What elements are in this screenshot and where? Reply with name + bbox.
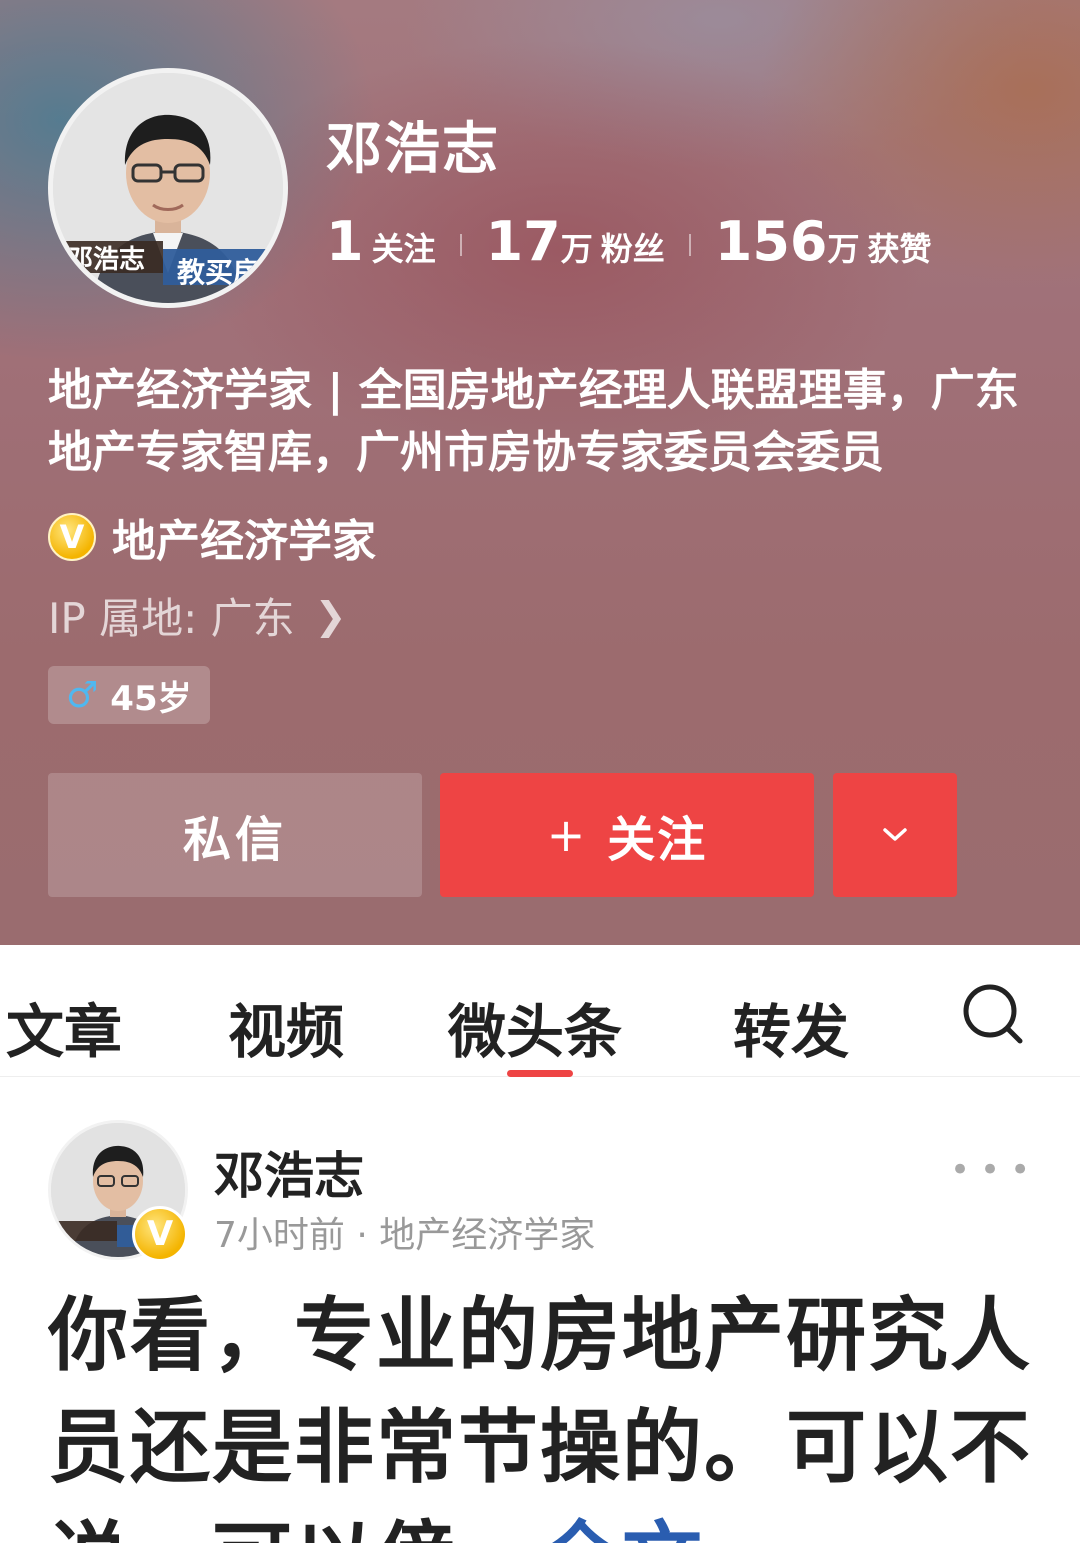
age-text: 45岁 (110, 678, 192, 719)
male-icon: ♂ (66, 674, 99, 716)
read-full-link[interactable]: 全文 (540, 1513, 704, 1543)
tab-micro-posts[interactable]: 微头条 (448, 985, 622, 1069)
tab-videos[interactable]: 视频 (228, 985, 344, 1069)
message-button[interactable]: 私信 (48, 773, 422, 897)
post-meta: 7小时前 · 地产经济学家 (214, 1215, 596, 1256)
avatar-caption-2: 教买房 (177, 256, 262, 289)
stat-divider (688, 234, 691, 256)
tab-articles[interactable]: 文章 (6, 985, 122, 1069)
profile-name: 邓浩志 (326, 117, 500, 182)
profile-stats: 1 关注 17万 粉丝 156万 获赞 (326, 210, 932, 280)
chevron-down-icon (883, 828, 907, 841)
stat-following[interactable]: 1 关注 (326, 210, 436, 273)
profile-bio: 地产经济学家 | 全国房地产经理人联盟理事，广东地产专家智库，广州市房协专家委员… (48, 365, 1019, 478)
tab-reposts[interactable]: 转发 (733, 985, 849, 1069)
stat-followers[interactable]: 17万 粉丝 (486, 210, 665, 273)
ip-location-link[interactable]: IP 属地: 广东 ❯ (48, 585, 346, 646)
more-options-button[interactable] (833, 773, 957, 897)
follow-label: 关注 (607, 812, 708, 868)
content-tabs: 文章 视频 微头条 转发 (0, 945, 1080, 1077)
age-tag: ♂ 45岁 (48, 666, 210, 724)
stat-divider (459, 234, 462, 256)
chevron-right-icon: ❯ (314, 593, 347, 638)
active-tab-indicator (507, 1070, 573, 1077)
profile-avatar[interactable]: 邓浩志 教买房 (48, 68, 288, 308)
plus-icon: + (546, 808, 588, 862)
verified-row: V 地产经济学家 (48, 505, 376, 569)
stat-likes[interactable]: 156万 获赞 (715, 210, 932, 273)
ip-location-text: IP 属地: 广东 (48, 594, 295, 643)
verified-title: 地产经济学家 (112, 516, 376, 567)
verified-badge-icon: V (132, 1206, 188, 1262)
avatar-caption: 邓浩志 (67, 245, 146, 275)
post-body[interactable]: 你看，专业的房地产研究人员还是非常节操的。可以不说，可以傍，全文 (48, 1280, 1038, 1543)
profile-header: 邓浩志 教买房 邓浩志 1 关注 17万 粉丝 156万 获赞 地产经济学家 | 全国… (0, 0, 1080, 945)
post-author-name[interactable]: 邓浩志 (214, 1136, 364, 1208)
follow-button[interactable]: + 关注 (440, 773, 814, 897)
more-dots-icon[interactable]: ••• (950, 1150, 1040, 1190)
search-icon[interactable] (960, 981, 1026, 1047)
verified-badge-icon: V (48, 513, 96, 561)
post-body-text: 你看，专业的房地产研究人员还是非常节操的。可以不说，可以傍， (48, 1289, 1032, 1543)
